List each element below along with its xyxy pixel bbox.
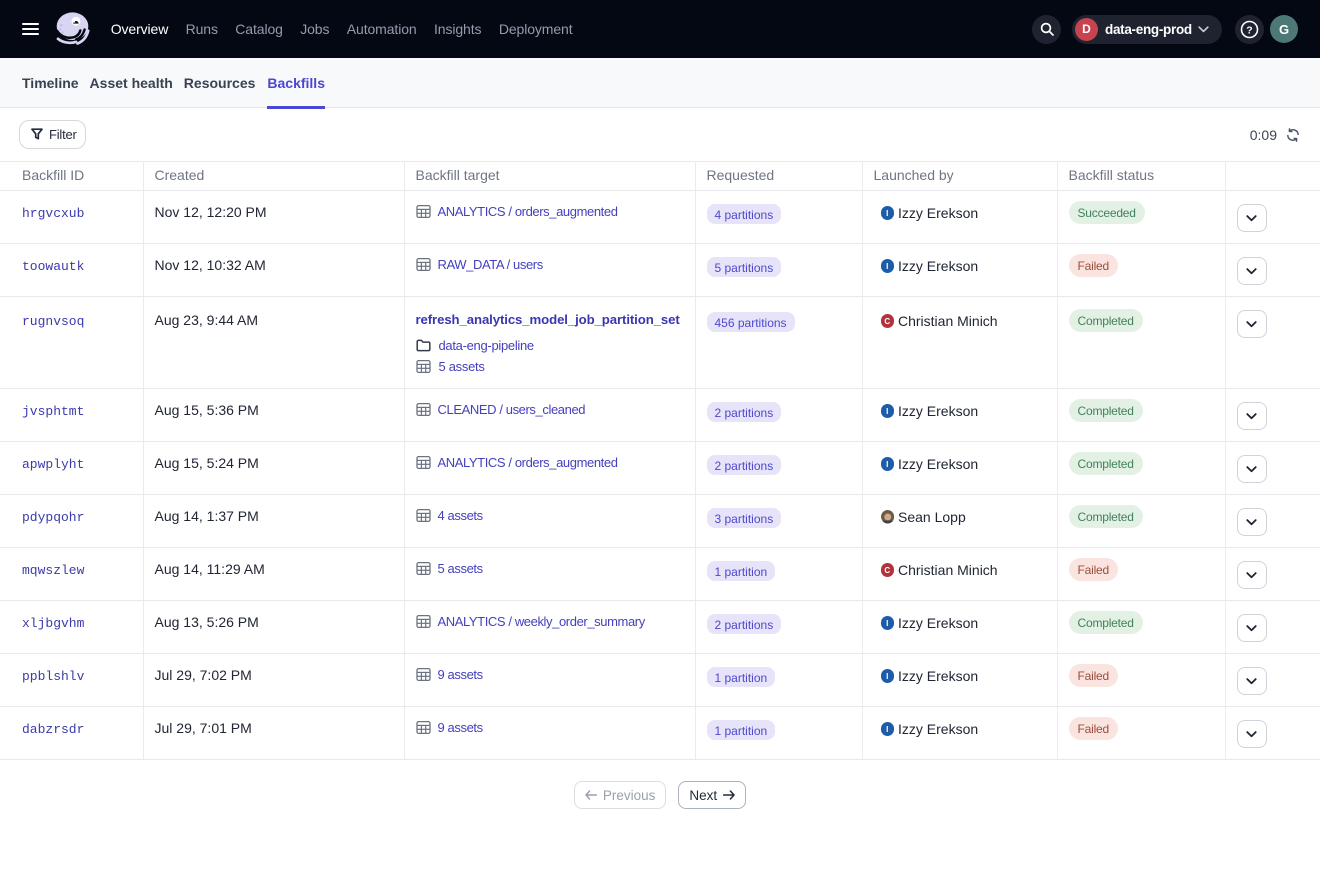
svg-text:?: ?: [1246, 24, 1252, 36]
